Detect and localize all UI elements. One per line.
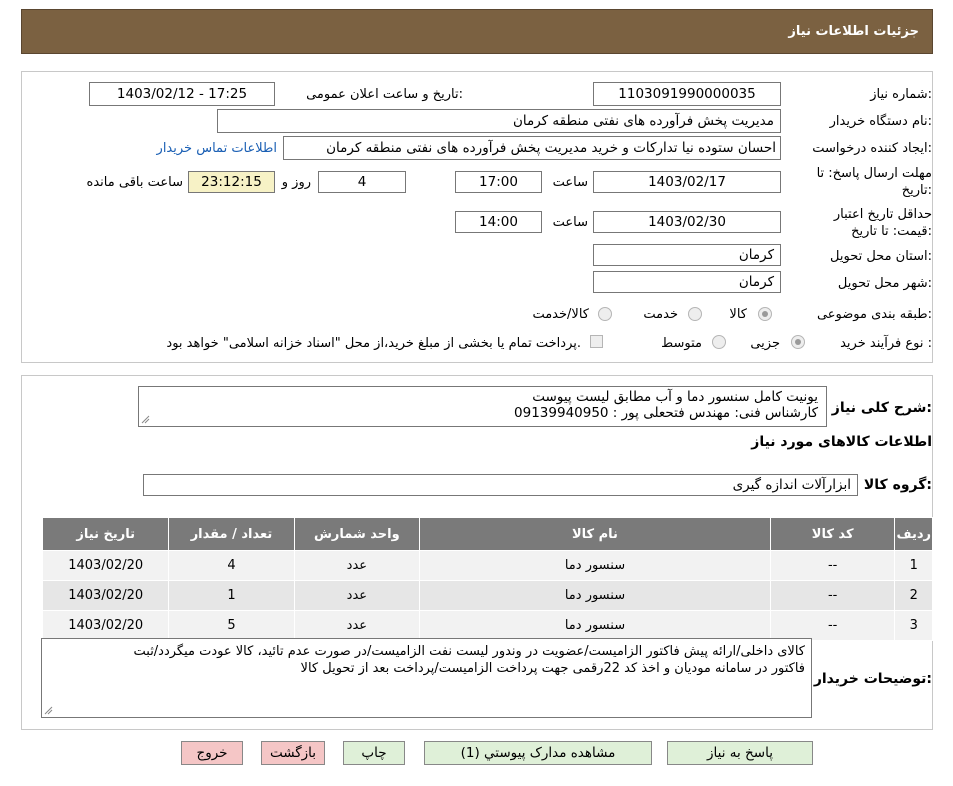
process-radio-medium[interactable]: [712, 335, 726, 349]
need-number-label: شماره نیاز:: [870, 87, 932, 102]
cell-row: 3: [894, 610, 933, 641]
buyer-notes-textarea[interactable]: کالای داخلی/ارائه پیش فاکتور الزامیست/عض…: [41, 638, 812, 718]
creator-field: احسان ستوده نیا تدارکات و خرید مدیریت پخ…: [283, 136, 781, 160]
cell-row: 1: [894, 550, 933, 581]
items-table: ردیف کد کالا نام کالا واحد شمارش تعداد /…: [41, 517, 933, 641]
cell-date: 1403/02/20: [41, 550, 170, 581]
col-unit: واحد شمارش: [293, 517, 421, 551]
resize-grip-icon: [44, 706, 53, 715]
remaining-time-field: 23:12:15: [188, 171, 275, 193]
page-title: جزئیات اطلاعات نیاز: [788, 24, 919, 39]
cell-qty: 5: [168, 610, 295, 641]
col-name: نام کالا: [419, 517, 771, 551]
cell-unit: عدد: [293, 610, 421, 641]
validity-label-2: قیمت: تا تاریخ:: [851, 224, 932, 239]
province-label: استان محل تحویل:: [830, 249, 932, 264]
cell-unit: عدد: [293, 550, 421, 581]
remaining-label: ساعت باقی مانده: [86, 175, 183, 190]
table-row: 2 -- سنسور دما عدد 1 1403/02/20: [41, 580, 933, 611]
goods-group-field: ابزارآلات اندازه گیری: [143, 474, 858, 496]
view-attachments-button[interactable]: مشاهده مدارک پیوستي (1): [424, 741, 652, 765]
validity-time-label: ساعت: [552, 215, 588, 230]
announce-field: 1403/02/12 - 17:25: [89, 82, 275, 106]
cell-name: سنسور دما: [419, 550, 771, 581]
col-row: ردیف: [894, 517, 933, 551]
process-radio-minor[interactable]: [791, 335, 805, 349]
creator-label: ایجاد کننده درخواست:: [812, 141, 932, 156]
cell-name: سنسور دما: [419, 610, 771, 641]
buyer-org-label: نام دستگاه خریدار:: [829, 114, 932, 129]
deadline-time-label: ساعت: [552, 175, 588, 190]
deadline-label-2: تاریخ:: [901, 183, 932, 198]
buyer-notes-line-1: کالای داخلی/ارائه پیش فاکتور الزامیست/عض…: [133, 644, 806, 659]
summary-label: شرح کلی نیاز:: [831, 400, 932, 416]
buyer-org-field: مدیریت پخش فرآورده های نفتی منطقه کرمان: [217, 109, 781, 133]
buyer-notes-line-2: فاکتور در سامانه مودیان و اخذ کد 22رقمی …: [300, 661, 805, 676]
announce-label: تاریخ و ساعت اعلان عمومی:: [306, 87, 463, 102]
payment-note: پرداخت تمام یا بخشی از مبلغ خرید،از محل …: [166, 336, 581, 351]
cell-code: --: [769, 580, 896, 611]
category-option-service: خدمت: [643, 307, 678, 322]
summary-line-1: یونیت کامل سنسور دما و آب مطابق لیست پیو…: [532, 389, 818, 405]
table-row: 3 -- سنسور دما عدد 5 1403/02/20: [41, 610, 933, 641]
deadline-time-field: 17:00: [455, 171, 542, 193]
deadline-date-field: 1403/02/17: [593, 171, 781, 193]
days-remaining-field: 4: [318, 171, 406, 193]
category-label: طبقه بندی موضوعی:: [816, 307, 932, 322]
cell-row: 2: [894, 580, 933, 611]
buyer-contact-link[interactable]: اطلاعات تماس خریدار: [157, 141, 277, 156]
days-label: روز و: [281, 175, 311, 190]
process-option-medium: متوسط: [661, 336, 702, 351]
cell-qty: 4: [168, 550, 295, 581]
cell-name: سنسور دما: [419, 580, 771, 611]
goods-info-title: اطلاعات کالاهای مورد نیاز: [751, 434, 932, 450]
exit-button[interactable]: خروج: [181, 741, 243, 765]
city-field: کرمان: [593, 271, 781, 293]
deadline-label: مهلت ارسال پاسخ: تا: [816, 166, 932, 181]
process-label: نوع فرآیند خرید :: [840, 336, 932, 351]
back-button[interactable]: بازگشت: [261, 741, 325, 765]
reply-button[interactable]: پاسخ به نیاز: [667, 741, 813, 765]
validity-date-field: 1403/02/30: [593, 211, 781, 233]
buyer-notes-label: توضیحات خریدار:: [813, 671, 932, 687]
col-date: تاریخ نیاز: [41, 517, 170, 551]
goods-group-label: گروه کالا:: [863, 477, 932, 493]
col-qty: تعداد / مقدار: [168, 517, 295, 551]
need-number-field: 1103091990000035: [593, 82, 781, 106]
summary-line-2: کارشناس فنی: مهندس فتحعلی پور : 09139940…: [514, 405, 818, 421]
category-option-both: کالا/خدمت: [532, 307, 589, 322]
cell-date: 1403/02/20: [41, 610, 170, 641]
category-radio-goods[interactable]: [758, 307, 772, 321]
summary-textarea[interactable]: یونیت کامل سنسور دما و آب مطابق لیست پیو…: [138, 386, 827, 427]
table-header-row: ردیف کد کالا نام کالا واحد شمارش تعداد /…: [41, 517, 933, 551]
validity-label: حداقل تاریخ اعتبار: [833, 207, 932, 222]
print-button[interactable]: چاپ: [343, 741, 405, 765]
city-label: شهر محل تحویل:: [837, 276, 932, 291]
col-code: کد کالا: [769, 517, 896, 551]
cell-qty: 1: [168, 580, 295, 611]
province-field: کرمان: [593, 244, 781, 266]
category-radio-both[interactable]: [598, 307, 612, 321]
process-option-minor: جزیی: [750, 336, 780, 351]
cell-unit: عدد: [293, 580, 421, 611]
category-radio-service[interactable]: [688, 307, 702, 321]
cell-date: 1403/02/20: [41, 580, 170, 611]
treasury-checkbox[interactable]: [590, 335, 603, 348]
resize-grip-icon: [141, 415, 150, 424]
category-option-goods: کالا: [729, 307, 747, 322]
cell-code: --: [769, 550, 896, 581]
validity-time-field: 14:00: [455, 211, 542, 233]
cell-code: --: [769, 610, 896, 641]
table-row: 1 -- سنسور دما عدد 4 1403/02/20: [41, 550, 933, 581]
